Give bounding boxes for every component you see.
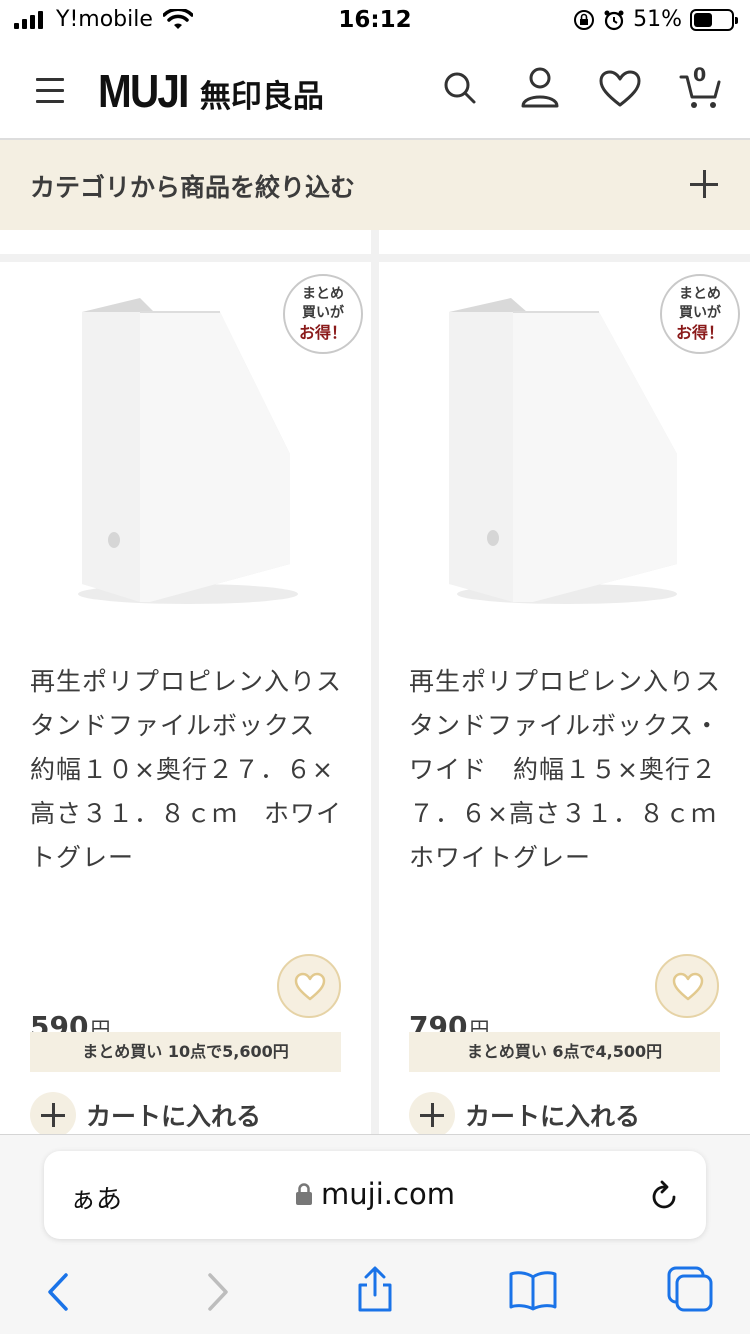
badge-line-2: 買いが xyxy=(679,305,721,321)
product-card[interactable]: まとめ 買いが お得！ 再生ポリプロピレン入りスタンドファイルボックス 約幅１０… xyxy=(0,262,371,1134)
badge-line-1: まとめ xyxy=(302,286,344,302)
site-header: MUJI 無印良品 0 xyxy=(0,44,750,140)
share-icon[interactable] xyxy=(354,1265,396,1317)
logo-text-jp: 無印良品 xyxy=(199,79,324,115)
address-bar[interactable]: ぁあ muji.com xyxy=(44,1151,706,1239)
bookmarks-icon[interactable] xyxy=(508,1269,558,1315)
category-filter-bar[interactable]: カテゴリから商品を絞り込む xyxy=(0,140,750,230)
bulk-price-info: まとめ買い 6点で4,500円 xyxy=(409,1032,720,1072)
add-to-cart-button[interactable]: カートに入れる xyxy=(409,1092,640,1134)
battery-icon xyxy=(690,8,738,31)
menu-icon[interactable] xyxy=(36,78,64,111)
plus-icon xyxy=(409,1092,455,1134)
add-to-cart-label: カートに入れる xyxy=(465,1102,641,1131)
battery-percent: 51% xyxy=(633,7,682,32)
bulk-discount-badge: まとめ 買いが お得！ xyxy=(660,274,740,354)
browser-toolbar: ぁあ muji.com xyxy=(0,1134,750,1334)
product-image-file-box[interactable] xyxy=(70,294,300,614)
product-title[interactable]: 再生ポリプロピレン入りスタンドファイルボックス 約幅１０×奥行２７．６×高さ３１… xyxy=(30,660,348,880)
add-to-cart-button[interactable]: カートに入れる xyxy=(30,1092,261,1134)
badge-line-3: お得！ xyxy=(675,323,724,342)
badge-line-3: お得！ xyxy=(298,323,347,342)
bulk-price-info: まとめ買い 10点で5,600円 xyxy=(30,1032,341,1072)
heart-icon[interactable] xyxy=(599,70,641,112)
logo-text-en: MUJI xyxy=(98,65,189,117)
grid-divider-vertical xyxy=(371,230,379,1134)
user-icon[interactable] xyxy=(520,66,560,112)
category-filter-label: カテゴリから商品を絞り込む xyxy=(30,173,356,202)
reload-icon[interactable] xyxy=(648,1178,680,1216)
forward-icon[interactable] xyxy=(204,1271,232,1317)
favorite-button[interactable] xyxy=(277,954,341,1018)
back-icon[interactable] xyxy=(44,1271,72,1317)
muji-logo[interactable]: MUJI 無印良品 xyxy=(98,64,324,118)
add-to-cart-label: カートに入れる xyxy=(86,1102,262,1131)
browser-nav-bar xyxy=(0,1259,750,1329)
heart-icon xyxy=(672,972,704,1001)
status-right: 51% xyxy=(573,7,738,32)
url-display[interactable]: muji.com xyxy=(44,1177,706,1211)
url-text: muji.com xyxy=(321,1177,455,1211)
cart-count-badge: 0 xyxy=(693,64,707,86)
battery-fill xyxy=(694,12,713,27)
product-grid: まとめ 買いが お得！ 再生ポリプロピレン入りスタンドファイルボックス 約幅１０… xyxy=(0,230,750,1134)
expand-plus-icon[interactable] xyxy=(686,166,722,202)
product-title[interactable]: 再生ポリプロピレン入りスタンドファイルボックス・ワイド 約幅１５×奥行２７．６×… xyxy=(409,660,742,880)
bulk-discount-badge: まとめ 買いが お得！ xyxy=(283,274,363,354)
lock-icon xyxy=(296,1183,313,1205)
orientation-lock-icon xyxy=(574,9,595,30)
heart-icon xyxy=(294,972,326,1001)
favorite-button[interactable] xyxy=(655,954,719,1018)
product-card[interactable]: まとめ 買いが お得！ 再生ポリプロピレン入りスタンドファイルボックス・ワイド … xyxy=(379,262,750,1134)
product-image-file-box-wide[interactable] xyxy=(449,294,679,614)
plus-icon xyxy=(30,1092,76,1134)
badge-line-2: 買いが xyxy=(302,305,344,321)
badge-line-1: まとめ xyxy=(679,286,721,302)
search-icon[interactable] xyxy=(442,70,478,110)
tabs-icon[interactable] xyxy=(666,1265,714,1317)
status-bar: Y!mobile 16:12 51% xyxy=(0,0,750,44)
alarm-icon xyxy=(604,10,624,30)
